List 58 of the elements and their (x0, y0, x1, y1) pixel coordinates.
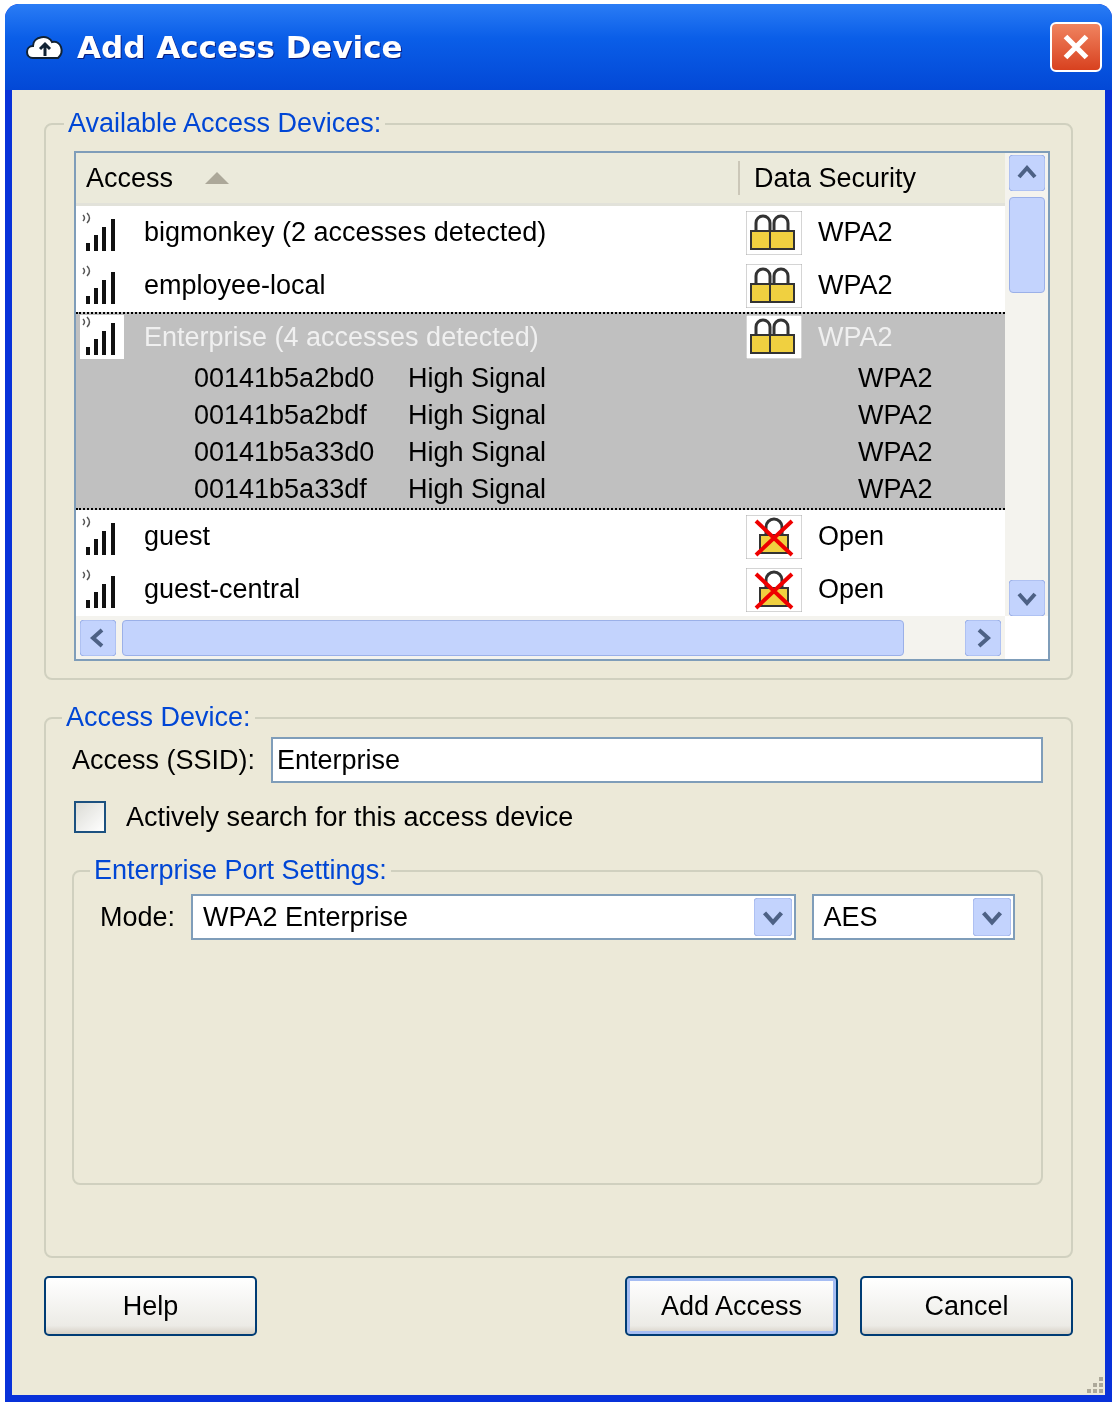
security-type: WPA2 (817, 270, 893, 301)
list-row[interactable]: employee-local WPA2 (76, 259, 1005, 312)
column-header[interactable]: Access (76, 161, 740, 195)
checkbox[interactable] (74, 801, 106, 833)
column-header[interactable]: Data Security (740, 153, 917, 203)
horizontal-scrollbar[interactable] (76, 616, 1005, 659)
security-type: WPA2 (858, 437, 933, 468)
signal-strength: High Signal (408, 400, 548, 431)
group-label: Enterprise Port Settings: (93, 855, 388, 886)
ssid-field[interactable]: Enterprise (271, 737, 1043, 783)
security-type: WPA2 (858, 363, 933, 394)
cipher-dropdown[interactable]: AES (811, 894, 1015, 940)
dropdown-arrow-icon (753, 898, 792, 936)
signal-strength: High Signal (408, 437, 548, 468)
security-type: WPA2 (858, 400, 933, 431)
dropdown-arrow-icon (973, 898, 1011, 936)
scroll-left-icon[interactable] (80, 619, 116, 656)
access-point-row[interactable]: 00141b5a33df High Signal WPA2 (76, 471, 1005, 508)
security-type: WPA2 (858, 474, 933, 505)
network-name: employee-local (143, 270, 327, 301)
scroll-thumb[interactable] (1008, 197, 1045, 293)
signal-strength: High Signal (408, 474, 548, 505)
dialog-button[interactable]: Cancel (860, 1276, 1073, 1336)
scroll-right-icon[interactable] (965, 619, 1001, 656)
mode-dropdown[interactable]: WPA2 Enterprise (191, 894, 796, 940)
cloud-icon (25, 34, 65, 60)
access-point-row[interactable]: 00141b5a2bd0 High Signal WPA2 (76, 360, 1005, 397)
close-icon (1061, 32, 1091, 62)
dialog-button[interactable]: Add Access (625, 1276, 838, 1336)
scroll-down-icon[interactable] (1008, 580, 1045, 616)
scroll-thumb[interactable] (122, 619, 904, 656)
network-name: guest-central (143, 574, 302, 605)
access-point-row[interactable]: 00141b5a33d0 High Signal WPA2 (76, 434, 1005, 471)
list-row[interactable]: bigmonkey (2 accesses detected) WPA2 (76, 206, 1005, 259)
network-name: guest (143, 521, 212, 552)
list-row[interactable]: guest Open (76, 510, 1005, 563)
vertical-scrollbar[interactable] (1005, 153, 1048, 616)
mac-address: 00141b5a2bdf (193, 400, 368, 431)
security-type: Open (817, 521, 885, 552)
mac-address: 00141b5a33d0 (193, 437, 376, 468)
window-title: Add Access Device (77, 29, 404, 65)
signal-strength: High Signal (408, 363, 548, 394)
field-label: Mode: (100, 901, 176, 933)
access-point-row[interactable]: 00141b5a2bdf High Signal WPA2 (76, 397, 1005, 434)
mac-address: 00141b5a2bd0 (193, 363, 376, 394)
close-button[interactable] (1050, 22, 1102, 72)
security-type: Open (817, 574, 885, 605)
signal-icon (80, 315, 124, 359)
field-label: Access (SSID): (72, 744, 256, 776)
security-type: WPA2 (817, 217, 893, 248)
dialog-button[interactable]: Help (44, 1276, 257, 1336)
network-name: bigmonkey (2 accesses detected) (143, 217, 548, 248)
scroll-up-icon[interactable] (1008, 155, 1045, 191)
mac-address: 00141b5a33df (193, 474, 368, 505)
group-label: Access Device: (65, 702, 252, 733)
group-label: Available Access Devices: (67, 108, 383, 139)
list-row[interactable]: guest-central Open (76, 563, 1005, 616)
checkbox-label: Actively search for this access device (126, 801, 574, 833)
